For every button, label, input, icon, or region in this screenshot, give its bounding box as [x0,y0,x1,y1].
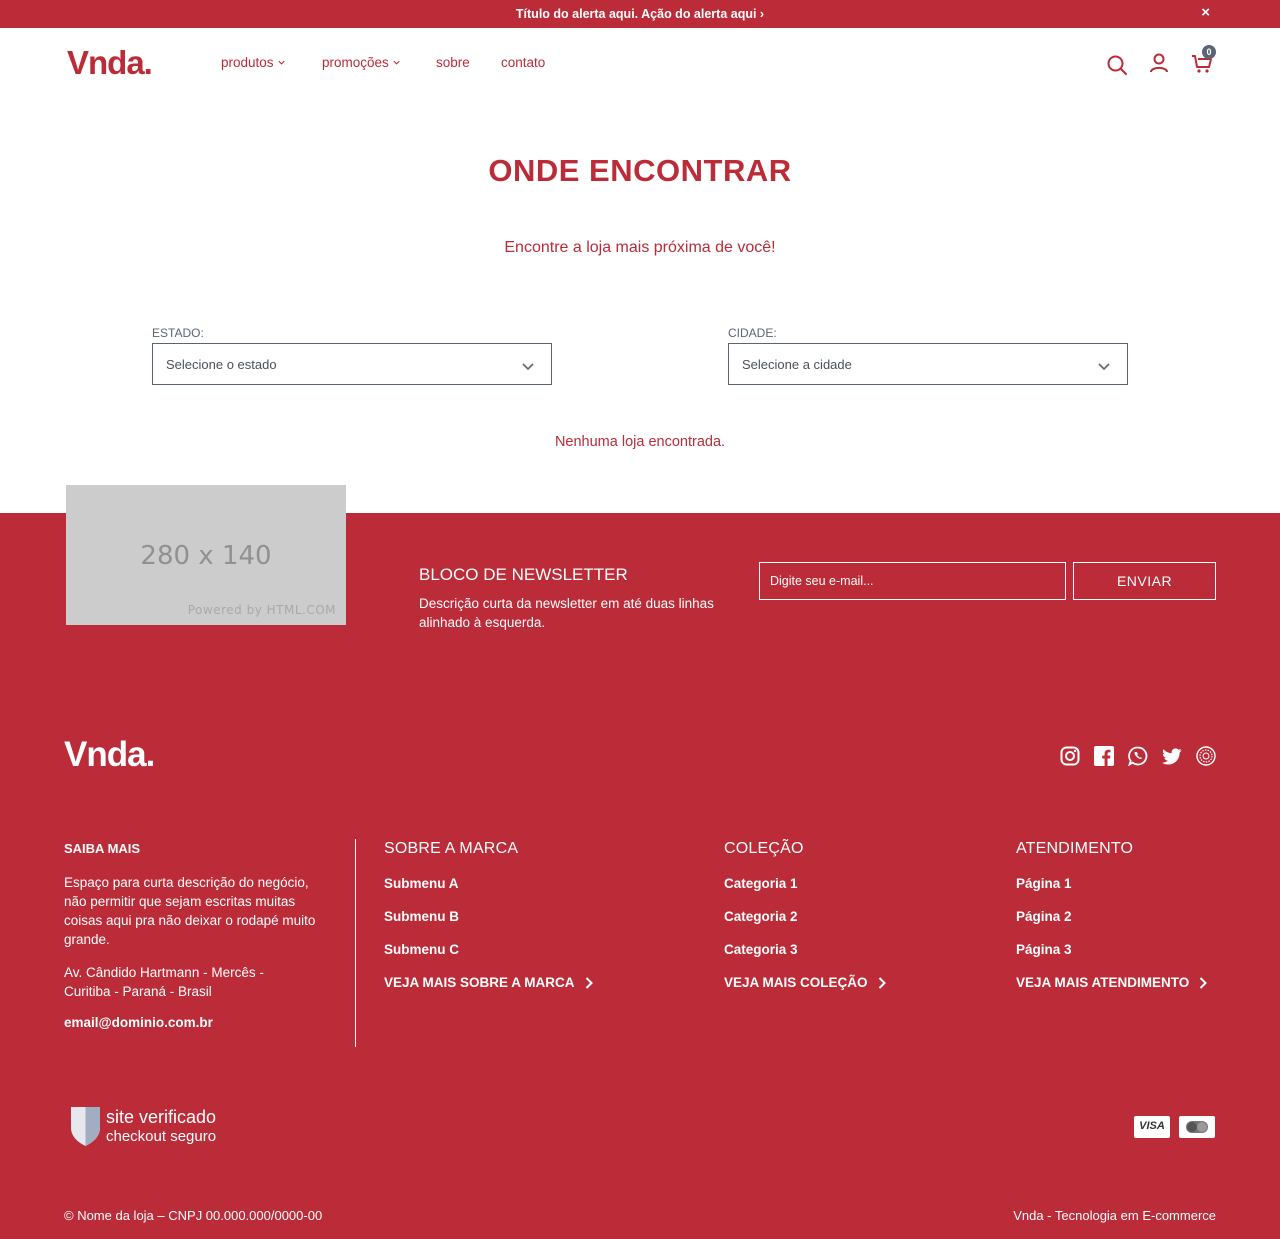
nav-item-label: sobre [436,55,470,70]
address-text: Av. Cândido Hartmann - Mercês - Curitiba… [64,965,264,999]
footer-link[interactable]: Página 1 [1016,876,1072,891]
shield-icon [71,1107,100,1146]
verified-line2: checkout seguro [106,1128,217,1145]
see-more-label: VEJA MAIS ATENDIMENTO [1016,975,1190,990]
verified-line1: site verificado [106,1107,217,1127]
newsletter-email-input[interactable] [759,562,1066,600]
city-select[interactable]: Selecione a cidade [728,343,1128,385]
newsletter-title: BLOCO DE NEWSLETTER [419,565,628,584]
twitter-icon[interactable] [1162,746,1182,766]
mastercard-icon [1179,1116,1215,1138]
newsletter-submit-button[interactable]: ENVIAR [1073,562,1216,600]
nav-item-contato[interactable]: contato [501,55,545,70]
footer-link[interactable]: Categoria 3 [724,942,798,957]
site-verified-badge: site verificado checkout seguro [70,1105,230,1149]
footer-divider [355,839,356,1047]
alert-text[interactable]: Título do alerta aqui. Ação do alerta aq… [0,7,1280,21]
see-more-label: VEJA MAIS COLEÇÃO [724,975,868,990]
contact-email-link[interactable]: email@dominio.com.br [64,1015,213,1030]
nav-item-label: produtos [221,55,274,70]
newsletter-description: Descrição curta da newsletter em até dua… [419,596,714,630]
footer-link[interactable]: Submenu C [384,942,459,957]
footer-link[interactable]: Página 3 [1016,942,1072,957]
copyright-text: © Nome da loja – CNPJ 00.000.000/0000-00 [64,1208,323,1223]
chevron-down-icon [277,60,285,65]
footer-column-title: SOBRE A MARCA [384,840,519,857]
nav-item-promocoes[interactable]: promoções [322,55,401,70]
chevron-right-icon [1200,976,1208,989]
city-select-value: Selecione a cidade [742,357,852,372]
visa-icon: VISA [1134,1116,1170,1138]
user-icon[interactable] [1148,52,1170,74]
about-text: Espaço para curta descrição do negócio, … [64,875,316,947]
nav-item-produtos[interactable]: produtos [221,55,286,70]
state-select-value: Selecione o estado [166,357,277,372]
nav-item-label: contato [501,55,546,70]
chevron-down-icon [393,60,400,65]
nav-item-sobre[interactable]: sobre [436,55,470,70]
chevron-down-icon [1098,363,1110,371]
footer-link[interactable]: Categoria 2 [724,909,798,924]
site-header: Vnda. produtos promoções sobre contato [0,28,1280,100]
other-social-icon[interactable] [1196,746,1216,766]
footer-link[interactable]: Submenu A [384,876,459,891]
chevron-right-icon [585,976,593,989]
header-logo[interactable]: Vnda. [67,44,153,82]
search-icon[interactable] [1106,54,1128,76]
newsletter-image: 280 x 140 Powered by HTML.COM [66,485,346,625]
image-size-text: 280 x 140 [140,541,272,571]
footer-logo[interactable]: Vnda. [64,735,155,775]
visa-label: VISA [1139,1120,1165,1132]
alert-close-button[interactable]: × [1201,5,1210,20]
mastercard-logo [1186,1121,1208,1133]
about-title: SAIBA MAIS [64,841,141,856]
footer-column-title: COLEÇÃO [724,840,804,857]
footer-link[interactable]: Submenu B [384,909,459,924]
page-subtitle: Encontre a loja mais próxima de você! [504,239,776,256]
see-more-support-link[interactable]: VEJA MAIS ATENDIMENTO [1016,975,1208,990]
no-stores-message: Nenhuma loja encontrada. [554,434,726,450]
instagram-icon[interactable] [1060,746,1080,766]
chevron-down-icon [522,363,534,371]
page-title: ONDE ENCONTRAR [488,153,792,188]
see-more-label: VEJA MAIS SOBRE A MARCA [384,975,575,990]
state-select[interactable]: Selecione o estado [152,343,552,385]
alert-bar: Título do alerta aqui. Ação do alerta aq… [0,0,1280,28]
whatsapp-icon[interactable] [1128,746,1148,766]
see-more-brand-link[interactable]: VEJA MAIS SOBRE A MARCA [384,975,593,990]
facebook-icon[interactable] [1094,746,1114,766]
image-powered-text: Powered by HTML.COM [187,603,336,617]
chevron-right-icon [878,976,886,989]
footer-link[interactable]: Página 2 [1016,909,1072,924]
footer-link[interactable]: Categoria 1 [724,876,798,891]
footer-column-title: ATENDIMENTO [1016,840,1134,857]
nav-item-label: promoções [322,55,389,70]
platform-credit-link[interactable]: Vnda - Tecnologia em E-commerce [1013,1208,1216,1223]
state-label: ESTADO: [152,326,204,340]
see-more-collection-link[interactable]: VEJA MAIS COLEÇÃO [724,975,886,990]
cart-count-badge: 0 [1202,45,1216,59]
city-label: CIDADE: [728,326,777,340]
